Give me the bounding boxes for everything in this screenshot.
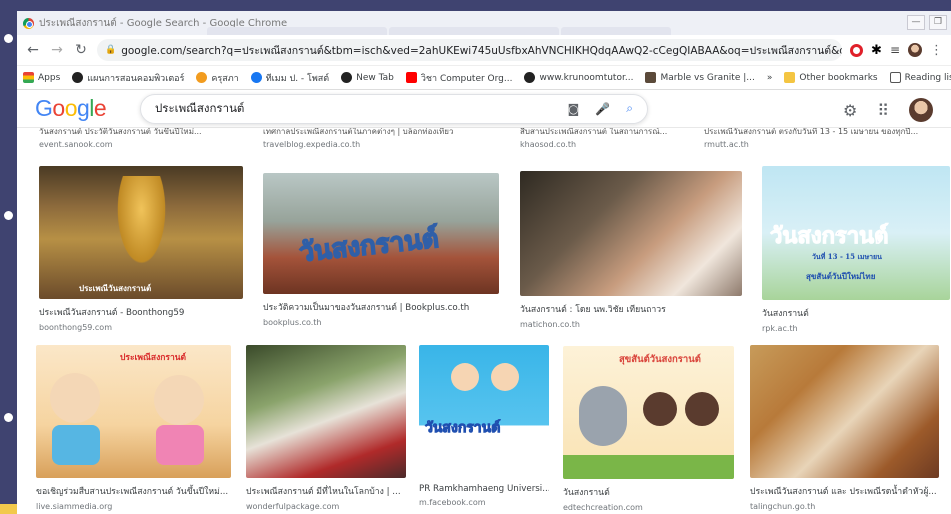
more-bookmarks-icon[interactable]: » xyxy=(767,73,773,83)
result-thumbnail: ประเพณีวันสงกรานต์ xyxy=(39,166,243,299)
title-bar: ประเพณีสงกรานต์ - Google Search - Google… xyxy=(17,11,951,35)
site-icon xyxy=(196,72,208,83)
reload-icon[interactable]: ↻ xyxy=(73,42,89,58)
profile-avatar[interactable] xyxy=(908,43,922,57)
result-thumbnail xyxy=(520,171,742,296)
globe-icon xyxy=(72,72,84,83)
globe-icon xyxy=(341,72,353,83)
menu-icon[interactable]: ⋮ xyxy=(930,43,943,58)
address-row: ← → ↻ 🔒 google.com/search?q=ประเพณีสงกรา… xyxy=(17,35,951,66)
bookmark-item[interactable]: New Tab xyxy=(341,72,394,83)
image-result[interactable]: ประเพณีสงกรานต์ ขอเชิญร่วมสืบสานประเพณีส… xyxy=(36,345,231,511)
other-bookmarks[interactable]: Other bookmarks xyxy=(784,72,878,83)
apps-grid-icon[interactable]: ⠿ xyxy=(877,101,889,120)
folder-icon xyxy=(784,72,796,83)
address-bar[interactable]: 🔒 google.com/search?q=ประเพณีสงกรานต์&tb… xyxy=(97,39,843,61)
result-thumbnail: สุขสันต์วันสงกรานต์ xyxy=(563,346,734,479)
youtube-icon xyxy=(405,72,417,83)
lock-icon: 🔒 xyxy=(105,45,117,55)
bookmarks-bar: Apps แผนการสอนคอมพิวเตอร์ ครุสภา ทีเมม ป… xyxy=(17,66,951,90)
back-icon[interactable]: ← xyxy=(25,42,41,58)
image-result[interactable]: วันสงกรานต์ : โดย นพ.วิชัย เทียนถาวร mat… xyxy=(520,171,742,329)
image-result[interactable]: ประเพณีวันสงกรานต์ และ ประเพณีรดน้ำดำหัว… xyxy=(750,345,939,511)
tab[interactable] xyxy=(561,27,671,35)
bookmark-item[interactable]: แผนการสอนคอมพิวเตอร์ xyxy=(72,71,184,85)
slide-bullet xyxy=(4,413,13,422)
image-result[interactable]: วันสงกรานต์ ประวัติความเป็นมาของวันสงกรา… xyxy=(263,173,499,327)
tab-strip xyxy=(17,27,951,35)
result-thumbnail: วันสงกรานต์ xyxy=(263,173,499,294)
camera-icon[interactable]: ◙ xyxy=(568,102,580,116)
reading-list-icon xyxy=(889,72,901,83)
reading-list[interactable]: Reading list xyxy=(889,72,951,83)
search-icon[interactable]: ⌕ xyxy=(626,101,633,116)
image-result[interactable]: ประเพณีวันสงกรานต์ ประเพณีวันสงกรานต์ - … xyxy=(39,166,243,332)
image-result[interactable]: ประเพณีสงกรานต์ มีที่ไหนในโลกบ้าง | ... … xyxy=(246,345,406,511)
image-result[interactable]: วันสงกรานต์ วันที่ 13 - 15 เมษายน สุขสัน… xyxy=(762,166,950,333)
bookmark-item[interactable]: ทีเมม ป. - โพสต์ xyxy=(250,71,329,85)
site-icon xyxy=(645,72,657,83)
bookmark-apps[interactable]: Apps xyxy=(23,72,60,83)
apps-grid-icon xyxy=(23,72,34,83)
url-text: google.com/search?q=ประเพณีสงกรานต์&tbm=… xyxy=(121,44,843,57)
minimize-button[interactable]: — xyxy=(907,15,925,30)
microphone-icon[interactable]: 🎤 xyxy=(595,102,610,116)
result-thumbnail: วันสงกรานต์ xyxy=(419,345,549,478)
google-logo[interactable]: Google xyxy=(35,95,120,122)
image-result[interactable]: สืบสานประเพณีสงกรานต์ ในสถานการณ์... khao… xyxy=(520,128,700,149)
slide-bullet xyxy=(4,34,13,43)
bookmark-item[interactable]: ครุสภา xyxy=(196,71,239,85)
tab[interactable] xyxy=(389,27,559,35)
forward-icon[interactable]: → xyxy=(49,42,65,58)
extensions-icon[interactable]: ✱ xyxy=(871,43,882,58)
bookmark-item[interactable]: Marble vs Granite |... xyxy=(645,72,755,83)
image-result[interactable]: สุขสันต์วันสงกรานต์ วันสงกรานต์ edtechcr… xyxy=(563,346,734,512)
tab[interactable] xyxy=(207,27,387,35)
slide-bullet xyxy=(4,211,13,220)
result-row-top: วันสงกรานต์ ประวัติวันสงกรานต์ วันขึ้นปี… xyxy=(17,128,951,150)
avatar[interactable] xyxy=(909,98,933,122)
search-input[interactable]: ประเพณีสงกรานต์ ◙ 🎤 ⌕ xyxy=(140,93,648,124)
browser-window: ประเพณีสงกรานต์ - Google Search - Google… xyxy=(17,11,951,514)
google-header: Google ประเพณีสงกรานต์ ◙ 🎤 ⌕ ⚙ ⠿ xyxy=(17,90,951,128)
result-thumbnail: ประเพณีสงกรานต์ xyxy=(36,345,231,478)
opera-icon[interactable] xyxy=(850,43,864,57)
image-result[interactable]: เทศกาลประเพณีสงกรานต์ในภาคต่างๆ | บล็อกท… xyxy=(263,128,493,149)
facebook-icon xyxy=(250,72,262,83)
settings-icon[interactable]: ⚙ xyxy=(843,101,857,120)
globe-icon xyxy=(524,72,536,83)
image-result[interactable]: วันสงกรานต์ PR Ramkhamhaeng Universi... … xyxy=(419,345,549,507)
bookmark-item[interactable]: วิชา Computer Org... xyxy=(405,71,512,85)
result-thumbnail xyxy=(246,345,406,478)
result-thumbnail: วันสงกรานต์ วันที่ 13 - 15 เมษายน สุขสัน… xyxy=(762,166,950,300)
bookmark-item[interactable]: www.krunoomtutor... xyxy=(524,72,633,83)
maximize-button[interactable]: ❐ xyxy=(929,15,947,30)
search-query: ประเพณีสงกรานต์ xyxy=(155,100,245,115)
image-result[interactable]: ประเพณีวันสงกรานต์ ตรงกับวันที่ 13 - 15 … xyxy=(704,128,949,149)
result-thumbnail xyxy=(750,345,939,478)
image-result[interactable]: วันสงกรานต์ ประวัติวันสงกรานต์ วันขึ้นปี… xyxy=(39,128,239,149)
playlist-icon[interactable]: ≡ xyxy=(890,43,900,57)
